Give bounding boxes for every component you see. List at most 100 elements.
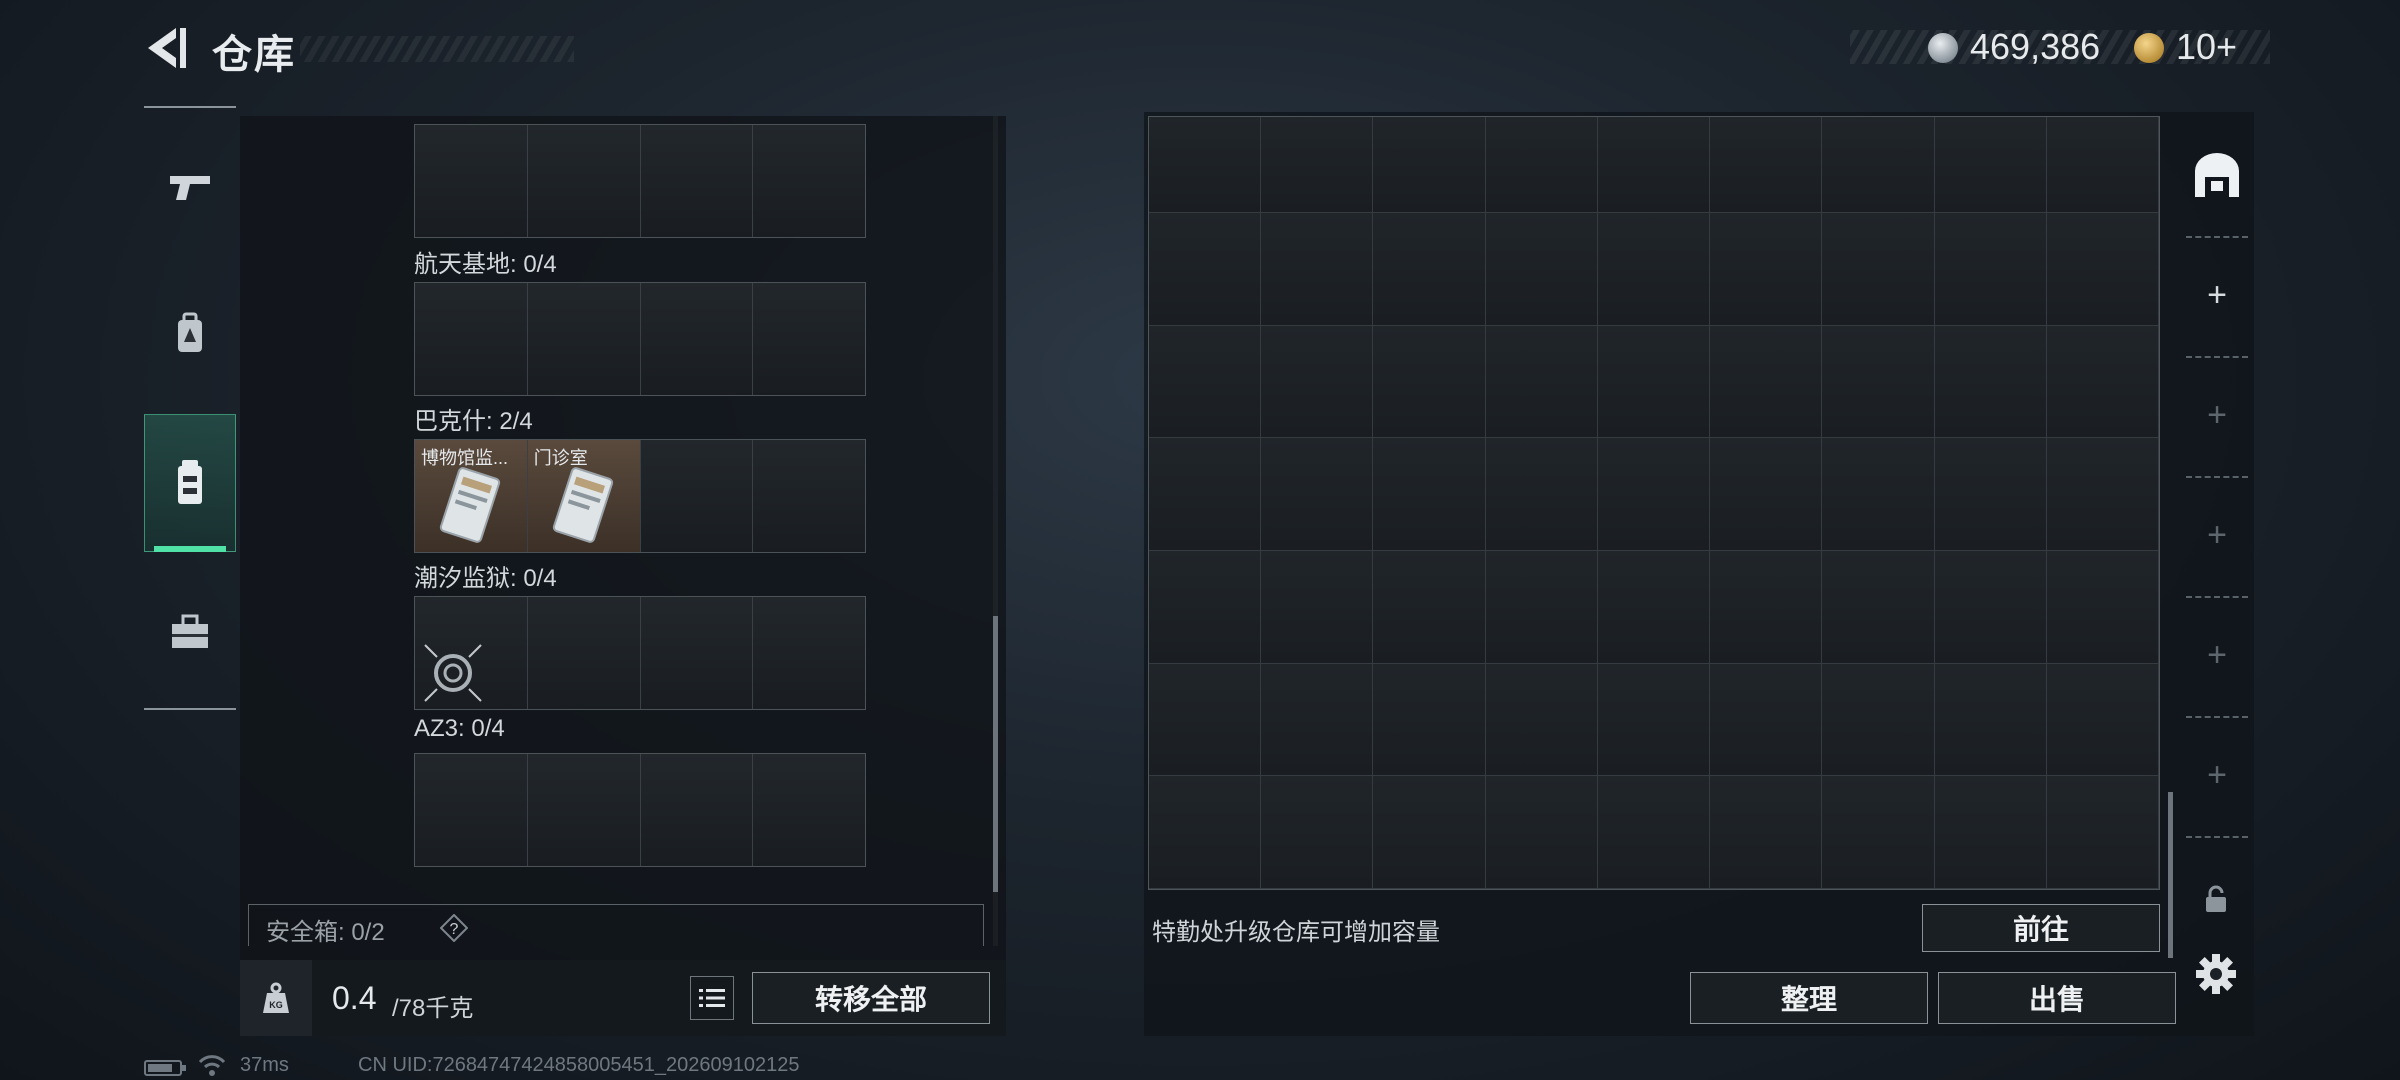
storage-slot[interactable] (1373, 776, 1486, 889)
storage-slot[interactable] (1822, 213, 1935, 326)
storage-slot[interactable] (1373, 213, 1486, 326)
storage-slot[interactable] (1261, 325, 1374, 439)
key-slot[interactable] (640, 283, 754, 395)
storage-slot[interactable] (2046, 117, 2159, 213)
key-item-museum[interactable]: 博物馆监... (415, 440, 528, 552)
storage-slot[interactable] (1149, 213, 1262, 326)
nav-tab-tools[interactable] (144, 586, 236, 678)
storage-slot[interactable] (1261, 213, 1374, 326)
key-slot[interactable] (640, 440, 754, 552)
settings-gear-icon[interactable] (2194, 952, 2238, 996)
storage-slot[interactable] (1485, 663, 1598, 777)
storage-slot[interactable] (1934, 117, 2047, 213)
storage-slot[interactable] (1485, 117, 1598, 213)
transfer-all-button[interactable]: 转移全部 (752, 972, 990, 1024)
key-slot[interactable] (753, 283, 865, 395)
storage-slot[interactable] (1149, 117, 1262, 213)
storage-slot[interactable] (2046, 776, 2159, 889)
goto-button[interactable]: 前往 (1922, 904, 2160, 952)
storage-slot[interactable] (1934, 325, 2047, 439)
list-view-button[interactable] (690, 976, 734, 1020)
nav-tab-weapons[interactable] (144, 142, 236, 234)
storage-slot[interactable] (1597, 117, 1711, 213)
storage-slot[interactable] (1822, 550, 1935, 664)
key-slot[interactable] (527, 283, 641, 395)
storage-slot[interactable] (2046, 550, 2159, 664)
storage-slot[interactable] (1485, 550, 1598, 664)
storage-slot[interactable] (1934, 776, 2047, 889)
storage-slot[interactable] (1710, 776, 1823, 889)
key-slot[interactable] (415, 125, 528, 237)
storage-slot[interactable] (1261, 663, 1374, 777)
storage-slot[interactable] (1149, 325, 1262, 439)
storage-slot[interactable] (1597, 776, 1711, 889)
key-slot[interactable] (753, 597, 865, 709)
key-slot[interactable] (753, 125, 865, 237)
storage-tab-add-1[interactable]: + (2180, 236, 2254, 354)
key-slot[interactable] (640, 597, 754, 709)
storage-slot[interactable] (1934, 213, 2047, 326)
storage-slot[interactable] (1710, 663, 1823, 777)
key-slot[interactable] (527, 125, 641, 237)
key-slot[interactable] (527, 754, 641, 866)
storage-tab-main[interactable] (2180, 116, 2254, 234)
storage-slot[interactable] (1485, 438, 1598, 551)
help-icon[interactable]: ? (440, 914, 468, 942)
key-slot[interactable] (640, 125, 754, 237)
storage-slot[interactable] (1710, 325, 1823, 439)
sell-button[interactable]: 出售 (1938, 972, 2176, 1024)
storage-slot[interactable] (1373, 663, 1486, 777)
storage-tab-add-3[interactable]: + (2180, 476, 2254, 594)
storage-slot[interactable] (2046, 663, 2159, 777)
key-slot[interactable] (415, 754, 528, 866)
storage-slot[interactable] (1485, 325, 1598, 439)
storage-slot[interactable] (1597, 438, 1711, 551)
storage-slot[interactable] (1822, 438, 1935, 551)
storage-slot[interactable] (1149, 550, 1262, 664)
storage-tab-add-5[interactable]: + (2180, 716, 2254, 834)
nav-tab-equipment[interactable] (144, 288, 236, 380)
storage-slot[interactable] (1710, 117, 1823, 213)
storage-slot[interactable] (2046, 213, 2159, 326)
storage-slot[interactable] (1822, 325, 1935, 439)
key-slot[interactable] (753, 440, 865, 552)
back-arrow-icon[interactable] (142, 24, 190, 72)
storage-slot[interactable] (1822, 776, 1935, 889)
storage-tab-add-2[interactable]: + (2180, 356, 2254, 474)
storage-slot[interactable] (1261, 550, 1374, 664)
storage-slot[interactable] (1710, 438, 1823, 551)
storage-slot[interactable] (1149, 663, 1262, 777)
storage-slot[interactable] (1710, 213, 1823, 326)
storage-slot[interactable] (2046, 438, 2159, 551)
key-slot[interactable] (415, 283, 528, 395)
storage-slot[interactable] (1710, 550, 1823, 664)
key-item-clinic[interactable]: 门诊室 (527, 440, 641, 552)
storage-slot[interactable] (1597, 550, 1711, 664)
storage-slot[interactable] (1597, 325, 1711, 439)
storage-slot[interactable] (1373, 117, 1486, 213)
storage-slot[interactable] (1149, 776, 1262, 889)
key-slot[interactable] (753, 754, 865, 866)
storage-slot[interactable] (1597, 663, 1711, 777)
storage-slot[interactable] (1373, 550, 1486, 664)
storage-slot[interactable] (1597, 213, 1711, 326)
storage-slot[interactable] (1261, 776, 1374, 889)
storage-slot[interactable] (1373, 438, 1486, 551)
storage-slot[interactable] (1261, 117, 1374, 213)
right-scrollbar-thumb[interactable] (2168, 792, 2173, 958)
storage-tab-add-4[interactable]: + (2180, 596, 2254, 714)
sort-button[interactable]: 整理 (1690, 972, 1928, 1024)
left-scrollbar-thumb[interactable] (993, 616, 998, 892)
storage-slot[interactable] (1934, 550, 2047, 664)
storage-slot[interactable] (1373, 325, 1486, 439)
storage-slot[interactable] (1261, 438, 1374, 551)
key-slot[interactable] (415, 597, 528, 709)
storage-slot[interactable] (1822, 117, 1935, 213)
storage-slot[interactable] (2046, 325, 2159, 439)
key-slot[interactable] (527, 597, 641, 709)
storage-slot[interactable] (1934, 438, 2047, 551)
storage-slot[interactable] (1485, 213, 1598, 326)
nav-tab-keys[interactable] (144, 414, 236, 552)
storage-slot[interactable] (1149, 438, 1262, 551)
storage-slot[interactable] (1934, 663, 2047, 777)
